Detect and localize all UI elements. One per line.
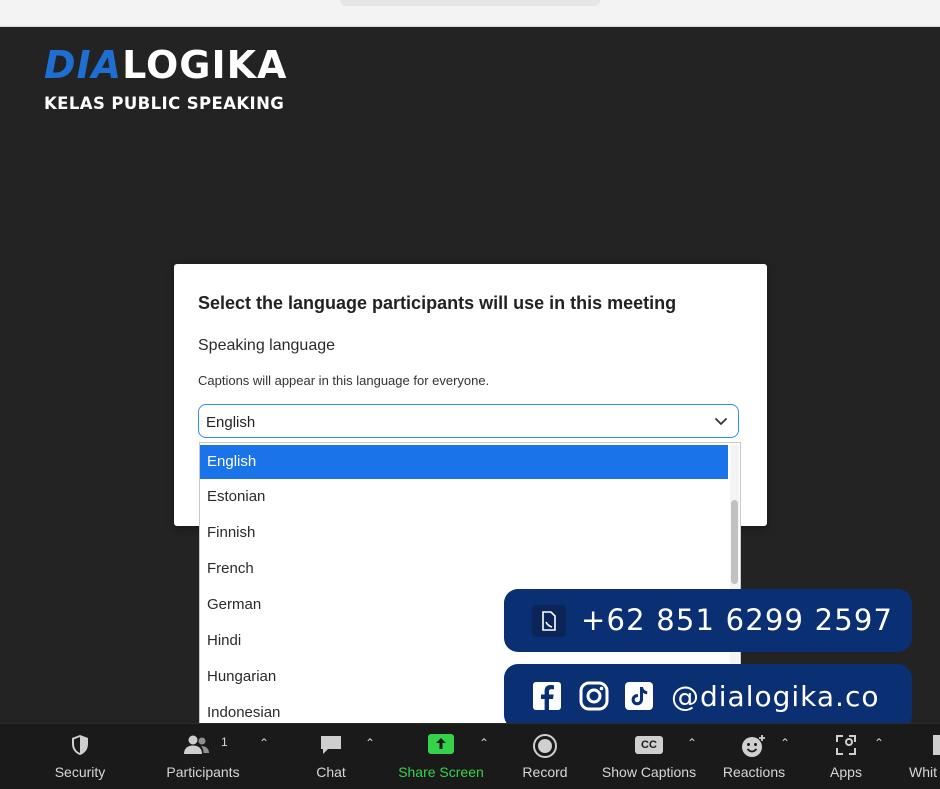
share-screen-caret-icon[interactable]: ⌃ bbox=[479, 736, 489, 750]
share-screen-button[interactable]: Share Screen bbox=[396, 724, 486, 789]
dialog-description: Captions will appear in this language fo… bbox=[198, 373, 490, 388]
apps-icon bbox=[836, 735, 856, 755]
shield-icon bbox=[72, 735, 88, 755]
phone-banner: +62 851 6299 2597 bbox=[504, 589, 912, 652]
chevron-down-icon bbox=[715, 418, 727, 425]
record-icon bbox=[533, 734, 557, 758]
reactions-button[interactable]: Reactions bbox=[718, 724, 790, 789]
dialog-title: Select the language participants will us… bbox=[198, 293, 677, 313]
chat-label: Chat bbox=[316, 764, 346, 780]
whiteboard-icon bbox=[933, 735, 940, 755]
language-select[interactable]: English bbox=[198, 404, 739, 438]
apps-label: Apps bbox=[830, 764, 862, 780]
participants-caret-icon[interactable]: ⌃ bbox=[259, 736, 269, 750]
social-banner: @dialogika.co bbox=[504, 664, 912, 729]
facebook-icon bbox=[533, 682, 561, 710]
meeting-toolbar: Security 1 Participants ⌃ Chat ⌃ Share S… bbox=[0, 723, 940, 789]
record-button[interactable]: Record bbox=[513, 724, 577, 789]
dropdown-scrollbar-thumb[interactable] bbox=[731, 500, 738, 584]
participants-button[interactable]: 1 Participants bbox=[160, 724, 246, 789]
record-label: Record bbox=[522, 764, 568, 780]
participants-icon bbox=[184, 735, 209, 754]
apps-button[interactable]: Apps bbox=[820, 724, 872, 789]
chat-button[interactable]: Chat bbox=[300, 724, 362, 789]
speaking-language-label: Speaking language bbox=[198, 337, 336, 354]
dropdown-option[interactable]: Finnish bbox=[200, 515, 728, 551]
captions-icon: CC bbox=[635, 736, 663, 754]
social-handle: @dialogika.co bbox=[671, 680, 880, 713]
captions-caret-icon[interactable]: ⌃ bbox=[687, 736, 697, 750]
participants-label: Participants bbox=[166, 764, 240, 780]
window-top-bar bbox=[0, 0, 940, 27]
chat-caret-icon[interactable]: ⌃ bbox=[365, 736, 375, 750]
security-label: Security bbox=[54, 764, 106, 780]
show-captions-button[interactable]: CC Show Captions bbox=[600, 724, 698, 789]
phone-icon bbox=[532, 605, 566, 637]
security-button[interactable]: Security bbox=[40, 724, 120, 789]
share-screen-label: Share Screen bbox=[398, 764, 484, 780]
brand-subtitle: KELAS PUBLIC SPEAKING bbox=[44, 94, 285, 113]
language-select-value: English bbox=[206, 414, 256, 431]
reactions-label: Reactions bbox=[722, 764, 786, 780]
brand-watermark: DIALOGIKA KELAS PUBLIC SPEAKING bbox=[44, 44, 287, 113]
participants-count: 1 bbox=[221, 735, 228, 749]
tiktok-icon bbox=[625, 682, 653, 710]
reactions-caret-icon[interactable]: ⌃ bbox=[780, 736, 790, 750]
whiteboards-label: Whit bbox=[909, 764, 937, 780]
logo-part-logika: LOGIKA bbox=[122, 43, 288, 87]
dropdown-option[interactable]: French bbox=[200, 551, 728, 587]
reactions-icon bbox=[742, 735, 765, 757]
share-screen-icon bbox=[428, 734, 454, 754]
dropdown-option[interactable]: English bbox=[200, 445, 728, 479]
logo-part-dia: DIA bbox=[44, 43, 123, 87]
apps-caret-icon[interactable]: ⌃ bbox=[874, 736, 884, 750]
top-notch bbox=[340, 0, 600, 6]
show-captions-label: Show Captions bbox=[601, 764, 697, 780]
phone-number: +62 851 6299 2597 bbox=[581, 603, 894, 637]
whiteboards-button[interactable]: Whit bbox=[905, 724, 940, 789]
instagram-icon bbox=[579, 681, 609, 711]
dropdown-option[interactable]: Estonian bbox=[200, 479, 728, 515]
brand-logo: DIALOGIKA bbox=[44, 44, 287, 86]
chat-icon bbox=[321, 736, 341, 754]
